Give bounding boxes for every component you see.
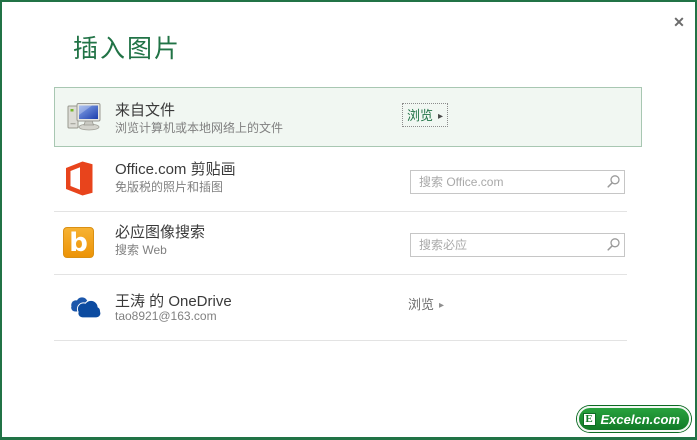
excelcn-watermark: E Excelcn.com bbox=[576, 406, 691, 432]
excelcn-logo-icon: E bbox=[582, 412, 596, 426]
svg-text:b: b bbox=[69, 228, 88, 258]
insert-picture-dialog: 插入图片 ✕ 来自文件 浏览计算机或本地网络上的文件 浏览 ▸ Office.co… bbox=[0, 0, 697, 440]
office-search-box bbox=[410, 170, 625, 194]
provider-title: 来自文件 bbox=[115, 102, 176, 119]
browse-arrow-icon: ▸ bbox=[438, 111, 444, 122]
provider-subtitle: 浏览计算机或本地网络上的文件 bbox=[115, 121, 284, 135]
office-search-button[interactable] bbox=[605, 174, 621, 190]
row-divider bbox=[54, 274, 627, 275]
browse-label: 浏览 bbox=[408, 297, 435, 312]
row-divider bbox=[54, 340, 627, 341]
browse-label: 浏览 bbox=[407, 108, 434, 123]
provider-title: Office.com 剪贴画 bbox=[115, 161, 236, 178]
dialog-title: 插入图片 bbox=[73, 35, 182, 63]
excelcn-watermark-text: Excelcn.com bbox=[600, 411, 681, 427]
search-icon bbox=[606, 238, 620, 251]
close-button[interactable]: ✕ bbox=[667, 10, 691, 34]
provider-subtitle: 搜索 Web bbox=[115, 243, 167, 257]
search-icon bbox=[606, 175, 620, 188]
bing-search-box bbox=[410, 233, 625, 257]
office-logo-icon bbox=[66, 161, 93, 196]
provider-title: 必应图像搜索 bbox=[115, 224, 206, 241]
computer-icon bbox=[67, 103, 101, 131]
provider-title: 王涛 的 OneDrive bbox=[115, 293, 232, 310]
provider-subtitle: tao8921@163.com bbox=[115, 309, 217, 323]
bing-search-button[interactable] bbox=[605, 237, 621, 253]
provider-subtitle: 免版税的照片和插图 bbox=[115, 180, 224, 194]
office-search-input[interactable] bbox=[410, 170, 625, 194]
row-divider bbox=[54, 211, 627, 212]
browse-onedrive-link[interactable]: 浏览 ▸ bbox=[408, 294, 444, 313]
bing-search-input[interactable] bbox=[410, 233, 625, 257]
browse-from-file-link[interactable]: 浏览 ▸ bbox=[402, 103, 449, 127]
browse-arrow-icon: ▸ bbox=[439, 300, 445, 311]
close-icon: ✕ bbox=[673, 14, 685, 30]
onedrive-icon bbox=[71, 297, 102, 319]
bing-logo-icon: b bbox=[63, 227, 94, 258]
